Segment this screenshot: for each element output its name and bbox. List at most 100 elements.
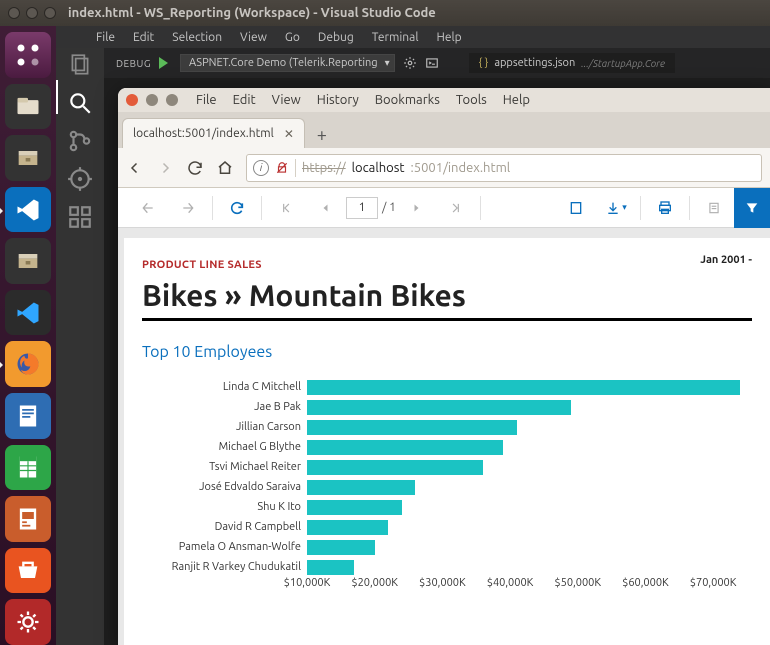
chart-bar bbox=[307, 380, 740, 395]
chart-category-label: Jillian Carson bbox=[142, 417, 307, 437]
vscode-icon[interactable] bbox=[5, 187, 51, 233]
vs-menu-selection[interactable]: Selection bbox=[172, 31, 222, 44]
chart-bar bbox=[307, 440, 503, 455]
json-icon: { } bbox=[479, 57, 489, 69]
ff-menu-view[interactable]: View bbox=[272, 93, 301, 107]
forward-icon[interactable] bbox=[156, 159, 174, 177]
browser-tab[interactable]: localhost:5001/index.html ✕ bbox=[122, 118, 305, 148]
vscode-menubar: File Edit Selection View Go Debug Termin… bbox=[56, 26, 770, 48]
parameters-toggle-icon[interactable] bbox=[734, 188, 770, 228]
page-number-input[interactable] bbox=[346, 197, 378, 219]
report-subtitle: Top 10 Employees bbox=[142, 343, 752, 361]
extensions-icon[interactable] bbox=[67, 204, 93, 230]
archive-icon[interactable] bbox=[5, 135, 51, 181]
vs-menu-help[interactable]: Help bbox=[436, 31, 461, 44]
chart-bar bbox=[307, 520, 388, 535]
chart-category-label: Pamela O Ansman-Wolfe bbox=[142, 537, 307, 557]
debug-icon[interactable] bbox=[67, 166, 93, 192]
chart-x-tick: $50,000K bbox=[544, 577, 612, 589]
vs-menu-terminal[interactable]: Terminal bbox=[372, 31, 419, 44]
vs-dark-icon[interactable] bbox=[5, 290, 51, 336]
ff-menu-help[interactable]: Help bbox=[503, 93, 530, 107]
debug-label: DEBUG bbox=[116, 58, 151, 69]
insecure-icon bbox=[275, 161, 289, 175]
software-icon[interactable] bbox=[5, 548, 51, 594]
impress-icon[interactable] bbox=[5, 496, 51, 542]
vs-menu-debug[interactable]: Debug bbox=[318, 31, 354, 44]
vs-menu-view[interactable]: View bbox=[240, 31, 267, 44]
archive2-icon[interactable] bbox=[5, 238, 51, 284]
window-close-button[interactable] bbox=[8, 7, 20, 19]
chart-category-label: Michael G Blythe bbox=[142, 437, 307, 457]
debug-start-icon[interactable] bbox=[159, 57, 168, 69]
print-icon[interactable] bbox=[645, 188, 685, 228]
vs-menu-edit[interactable]: Edit bbox=[133, 31, 154, 44]
editor-tab[interactable]: { } appsettings.json .../StartupApp.Core bbox=[469, 53, 675, 73]
site-info-icon[interactable]: i bbox=[253, 160, 269, 176]
tab-close-icon[interactable]: ✕ bbox=[284, 127, 294, 141]
chart-category-label: Tsvi Michael Reiter bbox=[142, 457, 307, 477]
chart-bars bbox=[307, 377, 752, 577]
git-icon[interactable] bbox=[67, 128, 93, 154]
new-tab-button[interactable]: + bbox=[309, 122, 335, 148]
back-icon[interactable] bbox=[126, 159, 144, 177]
url-path: :5001/index.html bbox=[411, 161, 511, 175]
window-minimize-button[interactable] bbox=[26, 7, 38, 19]
bar-chart: Linda C MitchellJae B PakJillian CarsonM… bbox=[142, 377, 752, 577]
vs-menu-go[interactable]: Go bbox=[285, 31, 300, 44]
history-back-icon[interactable] bbox=[128, 188, 168, 228]
unity-launcher bbox=[0, 26, 56, 645]
gear-icon[interactable] bbox=[403, 56, 417, 70]
editor-tab-dir: .../StartupApp.Core bbox=[581, 58, 665, 69]
first-page-icon[interactable] bbox=[266, 188, 306, 228]
url-bar[interactable]: i https://localhost:5001/index.html bbox=[246, 154, 762, 182]
chart-x-tick: $70,000K bbox=[679, 577, 747, 589]
refresh-icon[interactable] bbox=[217, 188, 257, 228]
ff-max-button[interactable] bbox=[166, 94, 178, 106]
writer-icon[interactable] bbox=[5, 393, 51, 439]
chart-bar bbox=[307, 540, 375, 555]
window-maximize-button[interactable] bbox=[44, 7, 56, 19]
firefox-icon[interactable] bbox=[5, 341, 51, 387]
reload-icon[interactable] bbox=[186, 159, 204, 177]
debug-console-icon[interactable] bbox=[425, 56, 439, 70]
home-icon[interactable] bbox=[216, 159, 234, 177]
vs-menu-file[interactable]: File bbox=[96, 31, 115, 44]
document-map-icon[interactable] bbox=[694, 188, 734, 228]
chart-category-label: Shu K Ito bbox=[142, 497, 307, 517]
chart-x-tick: $30,000K bbox=[409, 577, 477, 589]
download-icon[interactable]: ▾ bbox=[596, 188, 636, 228]
next-page-icon[interactable] bbox=[396, 188, 436, 228]
firefox-titlebar: File Edit View History Bookmarks Tools H… bbox=[118, 88, 770, 112]
chart-x-tick: $10,000K bbox=[273, 577, 341, 589]
chart-bar bbox=[307, 500, 402, 515]
last-page-icon[interactable] bbox=[436, 188, 476, 228]
firefox-tabstrip: localhost:5001/index.html ✕ + bbox=[118, 112, 770, 148]
dash-icon[interactable] bbox=[5, 32, 51, 78]
search-activity-icon[interactable] bbox=[67, 90, 93, 116]
prev-page-icon[interactable] bbox=[306, 188, 346, 228]
ff-menu-history[interactable]: History bbox=[317, 93, 359, 107]
settings-red-icon[interactable] bbox=[5, 599, 51, 645]
calc-icon[interactable] bbox=[5, 445, 51, 491]
chart-category-label: José Edvaldo Saraiva bbox=[142, 477, 307, 497]
firefox-navbar: i https://localhost:5001/index.html bbox=[118, 148, 770, 188]
history-forward-icon[interactable] bbox=[168, 188, 208, 228]
explorer-icon[interactable] bbox=[67, 52, 93, 78]
ff-menu-tools[interactable]: Tools bbox=[456, 93, 487, 107]
ff-menu-file[interactable]: File bbox=[196, 93, 217, 107]
ff-close-button[interactable] bbox=[126, 94, 138, 106]
ff-min-button[interactable] bbox=[146, 94, 158, 106]
vscode-activity-bar bbox=[56, 48, 104, 645]
title-rule bbox=[142, 318, 752, 321]
chart-category-label: Ranjit R Varkey Chudukatil bbox=[142, 557, 307, 577]
debug-config-select[interactable]: ASPNET.Core Demo (Telerik.Reporting bbox=[180, 54, 395, 72]
toggle-layout-icon[interactable] bbox=[556, 188, 596, 228]
files-icon[interactable] bbox=[5, 84, 51, 130]
chart-x-tick: $20,000K bbox=[341, 577, 409, 589]
page-total: / 1 bbox=[382, 201, 396, 214]
ff-menu-edit[interactable]: Edit bbox=[233, 93, 256, 107]
chart-y-labels: Linda C MitchellJae B PakJillian CarsonM… bbox=[142, 377, 307, 577]
ff-menu-bookmarks[interactable]: Bookmarks bbox=[375, 93, 440, 107]
report-title: Bikes » Mountain Bikes bbox=[142, 278, 752, 312]
